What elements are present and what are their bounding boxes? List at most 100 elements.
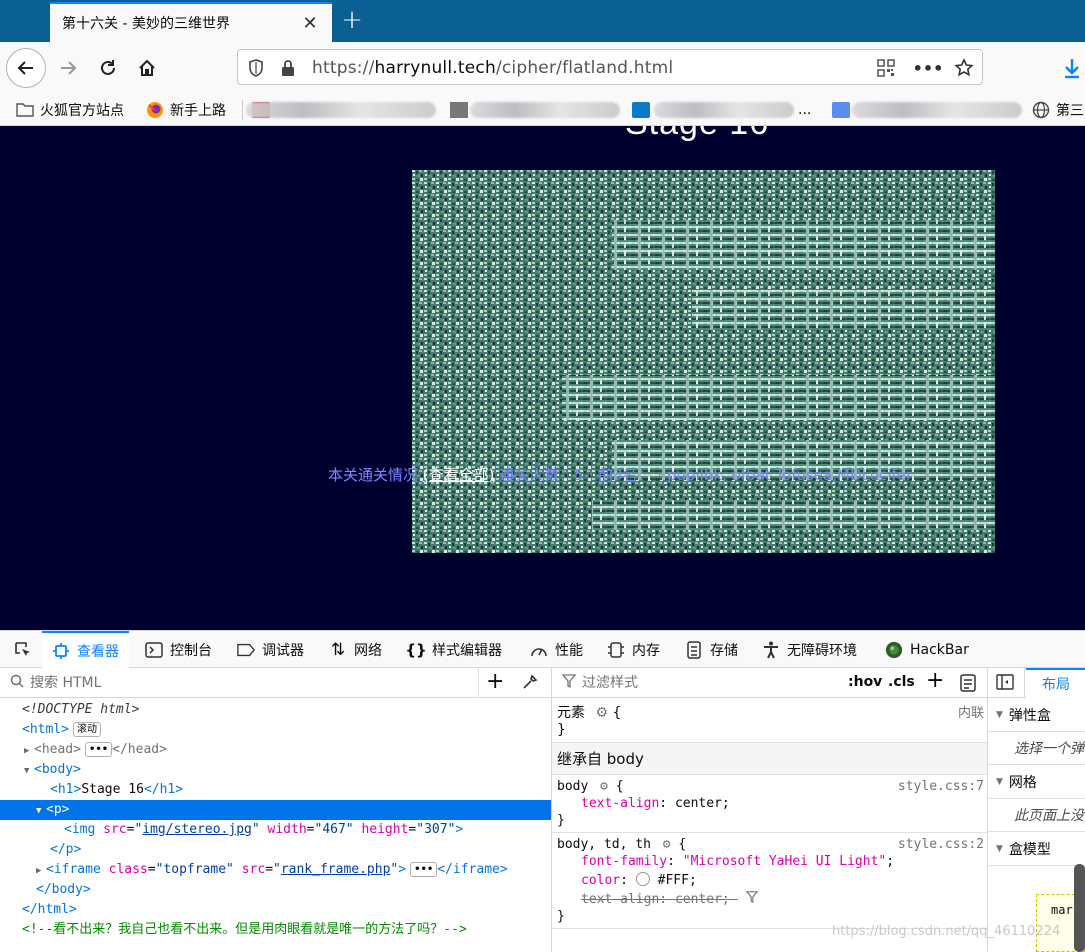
filter-icon[interactable] [745, 890, 758, 909]
view-all-link[interactable]: (查看全部) [423, 466, 495, 484]
hov-toggle[interactable]: :hov [848, 674, 882, 690]
prop-value[interactable]: center [675, 796, 722, 811]
bookmark-item[interactable]: 第三 [1032, 100, 1084, 120]
prop-name[interactable]: font-family [581, 854, 667, 869]
p-node-selected[interactable]: ▼ <p> [0, 800, 551, 820]
page-actions-icon[interactable]: ••• [913, 58, 944, 78]
bookmark-star-icon[interactable] [954, 58, 974, 78]
prop-value[interactable]: center [675, 892, 722, 907]
head-node[interactable]: ▶ <head> ••• </head> [0, 740, 551, 760]
forward-button[interactable] [48, 48, 88, 88]
body-td-th-rule[interactable]: body, td, th ⚙ { style.css:2 font-family… [552, 833, 987, 929]
prop-name[interactable]: text-align [581, 892, 659, 907]
tab-debugger[interactable]: 调试器 [237, 631, 304, 668]
cls-toggle[interactable]: .cls [888, 674, 915, 690]
eyedropper-icon[interactable] [522, 674, 538, 694]
img-node[interactable]: <img src="img/stereo.jpg" width="467" he… [0, 820, 551, 840]
html-close-node[interactable]: </html> [0, 900, 551, 920]
expand-arrow-icon[interactable]: ▶ [36, 861, 46, 881]
zhihu-icon[interactable] [632, 102, 650, 118]
comment-node[interactable]: <!--看不出来？我自己也看不出来。但是用肉眼看就是唯一的方法了吗？--> [0, 920, 551, 940]
declaration[interactable]: text-align: center; [557, 794, 982, 813]
bookmark-item[interactable]: 火狐官方站点 [16, 100, 124, 120]
tab-style-editor[interactable]: {} 样式编辑器 [405, 631, 502, 668]
body-rule[interactable]: body ⚙ { style.css:7 text-align: center;… [552, 775, 987, 833]
prop-name[interactable]: text-align [581, 796, 659, 811]
add-node-icon[interactable]: + [486, 671, 504, 693]
html-search-input[interactable] [30, 674, 450, 691]
prop-value[interactable]: #FFF [658, 873, 689, 888]
bookmark-overflow[interactable]: ... [798, 100, 811, 120]
element-rule[interactable]: 元素 ⚙ { 内联 } [552, 698, 987, 743]
gear-icon[interactable]: ⚙ [600, 779, 608, 794]
gear-icon[interactable]: ⚙ [595, 705, 608, 721]
print-media-icon[interactable] [960, 674, 976, 696]
download-arrow-icon [1065, 59, 1079, 79]
body-node[interactable]: ▼ <body> [0, 760, 551, 780]
prop-value[interactable]: "Microsoft YaHei UI Light" [683, 854, 887, 869]
gear-icon[interactable]: ⚙ [663, 837, 671, 852]
url-bar[interactable]: https://harrynull.tech/cipher/flatland.h… [237, 49, 983, 85]
rule-source-link[interactable]: style.css:7 [898, 779, 984, 794]
tab-performance[interactable]: 性能 [530, 631, 583, 668]
declaration[interactable]: font-family: "Microsoft YaHei UI Light"; [557, 852, 982, 871]
add-rule-icon[interactable]: + [926, 670, 944, 692]
doctype-node[interactable]: <!DOCTYPE html> [0, 700, 551, 720]
html-node[interactable]: <html> 滚动 [0, 720, 551, 740]
url-text[interactable]: https://harrynull.tech/cipher/flatland.h… [312, 58, 673, 78]
tab-console[interactable]: 控制台 [145, 631, 212, 668]
new-tab-icon[interactable]: + [338, 6, 366, 34]
filter-icon [561, 673, 577, 692]
blurred-bookmark-icon[interactable] [832, 102, 850, 118]
reload-icon [101, 60, 115, 75]
iframe-node[interactable]: ▶ <iframe class="topframe" src="rank_fram… [0, 860, 551, 880]
flexbox-section-header[interactable]: ▼ 弹性盒 [988, 698, 1085, 732]
tab-layout[interactable]: 布局 [1026, 668, 1085, 698]
overridden-declaration[interactable]: text-align: center; [557, 890, 982, 909]
scroll-badge[interactable]: 滚动 [72, 722, 101, 737]
pick-element-button[interactable] [8, 631, 38, 668]
tab-accessibility[interactable]: 无障碍环境 [762, 631, 857, 668]
color-swatch-icon[interactable] [635, 872, 650, 886]
filter-styles-input[interactable] [582, 674, 782, 691]
box-model-section-header[interactable]: ▼ 盒模型 [988, 832, 1085, 866]
active-tab[interactable]: 第十六关 - 美妙的三维世界 ✕ [50, 2, 332, 42]
lock-icon[interactable] [278, 58, 298, 78]
img-src-link[interactable]: img/stereo.jpg [142, 822, 252, 837]
tab-label: 调试器 [262, 642, 304, 659]
downloads-button[interactable] [1052, 48, 1085, 88]
expand-arrow-icon[interactable]: ▶ [24, 741, 34, 761]
tab-inspector[interactable]: 查看器 [42, 631, 129, 668]
reload-button[interactable] [88, 48, 128, 88]
collapse-arrow-icon: ▼ [996, 776, 1003, 787]
body-close-node[interactable]: </body> [0, 880, 551, 900]
collapsed-content-icon[interactable]: ••• [410, 862, 438, 877]
home-button[interactable] [127, 48, 167, 88]
close-tab-icon[interactable]: ✕ [300, 13, 320, 34]
collapse-arrow-icon[interactable]: ▼ [36, 801, 46, 821]
shield-icon[interactable] [246, 58, 266, 78]
markup-tree: <!DOCTYPE html> <html> 滚动 ▶ <head> ••• </hea… [0, 698, 551, 940]
collapse-arrow-icon[interactable]: ▼ [24, 761, 34, 781]
tab-memory[interactable]: 内存 [607, 631, 660, 668]
rank-details: 通关人数：5 · 前3名： · pupilbk, ofbat Tofusea,M… [494, 466, 913, 484]
rule-source-link[interactable]: style.css:2 [898, 837, 984, 852]
scrollbar-thumb[interactable] [1074, 864, 1085, 952]
tab-network[interactable]: ⇅ 网络 [329, 631, 382, 668]
iframe-src-link[interactable]: rank_frame.php [281, 862, 391, 877]
back-button[interactable] [6, 48, 46, 88]
bookmark-item[interactable]: 新手上路 [146, 100, 226, 120]
prop-name[interactable]: color [581, 873, 620, 888]
tab-hackbar[interactable]: HackBar [885, 631, 969, 668]
blurred-bookmark-icon[interactable] [450, 102, 468, 118]
declaration[interactable]: color: #FFF; [557, 871, 982, 890]
toggle-sidebar-icon[interactable] [996, 674, 1014, 694]
grid-section-header[interactable]: ▼ 网格 [988, 765, 1085, 799]
tab-storage[interactable]: 存储 [685, 631, 738, 668]
page-heading: Stage 16 [625, 126, 769, 143]
collapsed-content-icon[interactable]: ••• [84, 742, 113, 757]
qr-code-icon[interactable] [876, 58, 896, 78]
h1-node[interactable]: <h1>Stage 16</h1> [0, 780, 551, 800]
p-close-node[interactable]: </p> [0, 840, 551, 860]
rank-text: 本关通关情况 [328, 466, 423, 484]
